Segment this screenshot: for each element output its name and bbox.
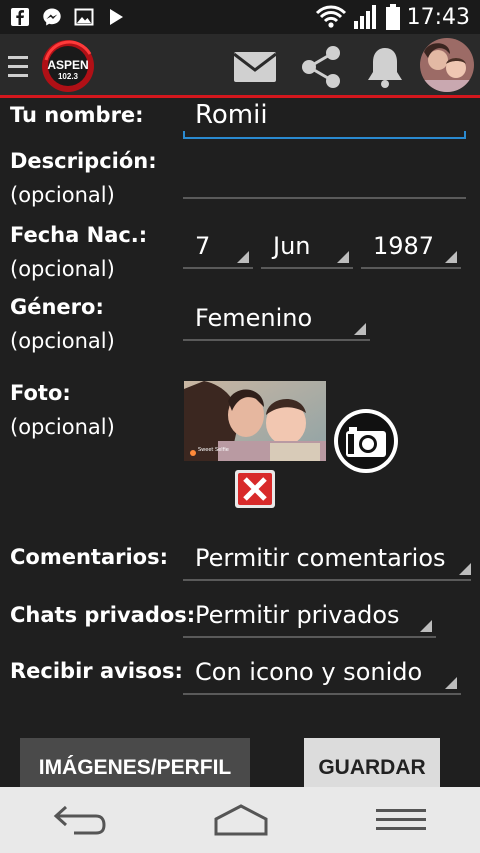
facebook-icon [11, 8, 29, 26]
receive-notices-value: Con icono y sonido [195, 658, 423, 686]
gender-label: Género: [10, 295, 104, 319]
dropdown-arrow-icon [420, 620, 432, 632]
birth-year-value: 1987 [373, 232, 435, 260]
profile-photo: Sweet Selfie [184, 381, 326, 461]
photo-caption: Sweet Selfie [198, 447, 229, 453]
dropdown-arrow-icon [237, 251, 249, 263]
birth-month-value: Jun [273, 232, 311, 260]
birth-date-label: Fecha Nac.: [10, 223, 148, 247]
save-button[interactable]: GUARDAR [304, 738, 440, 794]
play-icon [110, 9, 123, 25]
aspen-logo[interactable]: ASPEN 102.3 [40, 38, 100, 94]
avatar[interactable] [420, 38, 474, 92]
messenger-icon [43, 8, 61, 26]
logo-frequency: 102.3 [57, 72, 79, 81]
dropdown-arrow-icon [445, 677, 457, 689]
image-icon [74, 8, 94, 26]
birth-month-select[interactable]: Jun [261, 227, 353, 269]
name-label: Tu nombre: [10, 103, 144, 127]
status-time: 17:43 [406, 4, 470, 30]
menu-icon[interactable] [8, 56, 28, 78]
dropdown-arrow-icon [445, 251, 457, 263]
birth-date-optional: (opcional) [10, 257, 115, 281]
system-nav-bar [0, 787, 480, 853]
gender-value: Femenino [195, 304, 313, 332]
mail-icon[interactable] [232, 44, 278, 90]
camera-icon [334, 409, 398, 473]
back-icon[interactable] [52, 803, 108, 837]
menu-lines-icon[interactable] [376, 803, 426, 837]
gender-select[interactable]: Femenino [183, 299, 370, 341]
images-profile-button[interactable]: IMÁGENES/PERFIL [20, 738, 250, 794]
comments-select[interactable]: Permitir comentarios [183, 539, 471, 581]
birth-day-value: 7 [195, 232, 211, 260]
app-bar: ASPEN 102.3 [0, 34, 480, 98]
dropdown-arrow-icon [337, 251, 349, 263]
description-label: Descripción: [10, 149, 157, 173]
photo-optional: (opcional) [10, 415, 115, 439]
status-bar: 17:43 [0, 0, 480, 34]
bell-icon[interactable] [362, 44, 408, 90]
description-input[interactable] [183, 159, 466, 199]
dropdown-arrow-icon [459, 563, 471, 575]
signal-icon [353, 5, 376, 29]
gender-optional: (opcional) [10, 329, 115, 353]
comments-label: Comentarios: [10, 545, 169, 569]
receive-notices-label: Recibir avisos: [10, 659, 183, 683]
delete-photo-button[interactable] [234, 469, 276, 509]
description-optional: (opcional) [10, 183, 115, 207]
birth-day-select[interactable]: 7 [183, 227, 253, 269]
battery-icon [385, 4, 400, 30]
name-input[interactable]: Romii [183, 95, 466, 139]
dropdown-arrow-icon [354, 323, 366, 335]
logo-text: ASPEN [47, 58, 89, 72]
wifi-icon [315, 5, 346, 28]
birth-year-select[interactable]: 1987 [361, 227, 461, 269]
private-chats-value: Permitir privados [195, 601, 400, 629]
close-icon [235, 470, 275, 508]
private-chats-label: Chats privados: [10, 603, 196, 627]
receive-notices-select[interactable]: Con icono y sonido [183, 653, 461, 695]
share-icon[interactable] [298, 44, 344, 90]
home-icon[interactable] [212, 803, 270, 837]
camera-button[interactable] [332, 407, 400, 475]
photo-label: Foto: [10, 381, 71, 405]
private-chats-select[interactable]: Permitir privados [183, 596, 436, 638]
comments-value: Permitir comentarios [195, 544, 446, 572]
